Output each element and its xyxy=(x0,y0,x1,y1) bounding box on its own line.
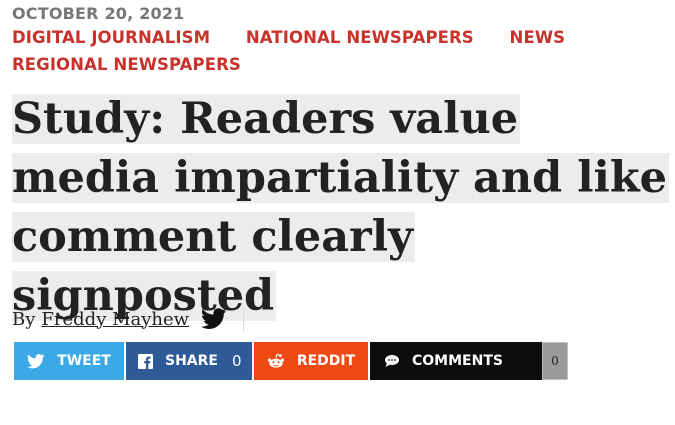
category-link-digital-journalism[interactable]: DIGITAL JOURNALISM xyxy=(12,28,210,47)
share-count: 0 xyxy=(231,352,242,370)
byline-prefix: By xyxy=(12,308,36,330)
category-link-news[interactable]: NEWS xyxy=(510,28,566,47)
category-link-national-newspapers[interactable]: NATIONAL NEWSPAPERS xyxy=(246,28,474,47)
comments-button[interactable]: COMMENTS xyxy=(370,342,542,380)
tweet-button[interactable]: TWEET xyxy=(14,342,124,380)
byline-divider xyxy=(243,306,245,332)
facebook-share-button[interactable]: SHARE 0 xyxy=(126,342,252,380)
speech-bubble-icon xyxy=(384,354,400,368)
facebook-icon xyxy=(138,353,153,369)
article-date: OCTOBER 20, 2021 xyxy=(12,4,185,23)
twitter-icon[interactable] xyxy=(201,308,227,330)
reddit-share-button[interactable]: REDDIT xyxy=(254,342,368,380)
article-title: Study: Readers value media impartiality … xyxy=(12,90,672,326)
tweet-label: TWEET xyxy=(57,353,111,369)
share-bar: TWEET SHARE 0 REDDIT COMMENTS 0 xyxy=(14,342,568,380)
reddit-label: REDDIT xyxy=(296,353,356,369)
category-link-regional-newspapers[interactable]: REGIONAL NEWSPAPERS xyxy=(12,55,241,74)
byline: By Freddy Mayhew xyxy=(12,304,245,334)
author-link[interactable]: Freddy Mayhew xyxy=(41,309,189,330)
article-title-text: Study: Readers value media impartiality … xyxy=(12,94,670,321)
comments-count: 0 xyxy=(542,342,568,380)
reddit-icon xyxy=(267,353,285,369)
twitter-bird-icon xyxy=(27,353,45,369)
category-links: DIGITAL JOURNALISM NATIONAL NEWSPAPERS N… xyxy=(12,24,652,78)
share-label: SHARE xyxy=(165,353,218,369)
comments-label: COMMENTS xyxy=(412,353,503,369)
